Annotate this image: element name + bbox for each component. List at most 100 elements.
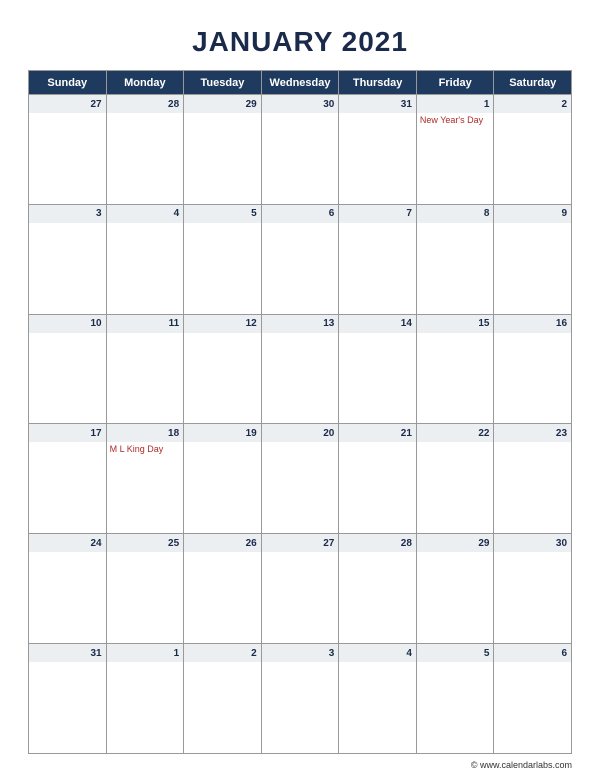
day-number: 15	[417, 315, 494, 333]
day-number: 19	[184, 424, 261, 442]
day-cell: 19	[183, 423, 261, 533]
day-number: 11	[107, 315, 184, 333]
day-event	[339, 552, 416, 556]
day-event	[184, 333, 261, 337]
day-event	[262, 333, 339, 337]
day-number: 28	[107, 95, 184, 113]
week-row: 24 25 26 27 28 29 30	[28, 533, 571, 643]
day-event	[184, 442, 261, 446]
day-cell: 12	[183, 314, 261, 424]
day-number: 13	[262, 315, 339, 333]
day-cell: 3	[261, 643, 339, 753]
day-cell: 28	[106, 94, 184, 204]
day-number: 27	[262, 534, 339, 552]
day-event	[339, 223, 416, 227]
day-cell: 30	[493, 533, 571, 643]
day-number: 18	[107, 424, 184, 442]
day-number: 9	[494, 205, 571, 223]
day-cell: 29	[416, 533, 494, 643]
day-event	[339, 662, 416, 666]
calendar-title: JANUARY 2021	[28, 20, 572, 70]
day-event	[184, 113, 261, 117]
day-cell: 22	[416, 423, 494, 533]
day-event	[184, 552, 261, 556]
day-header: Monday	[106, 70, 184, 94]
day-number: 7	[339, 205, 416, 223]
day-event	[29, 442, 106, 446]
day-event	[417, 223, 494, 227]
day-cell: 14	[338, 314, 416, 424]
day-cell: 8	[416, 204, 494, 314]
day-number: 2	[494, 95, 571, 113]
footer-credit: © www.calendarlabs.com	[28, 754, 572, 770]
day-event	[184, 662, 261, 666]
day-number: 5	[184, 205, 261, 223]
day-number: 30	[494, 534, 571, 552]
day-number: 29	[184, 95, 261, 113]
day-event	[417, 662, 494, 666]
day-event: M L King Day	[107, 442, 184, 457]
day-event	[339, 333, 416, 337]
day-cell: 16	[493, 314, 571, 424]
day-cell: 10	[28, 314, 106, 424]
day-event	[107, 662, 184, 666]
day-number: 23	[494, 424, 571, 442]
day-number: 4	[107, 205, 184, 223]
day-event	[184, 223, 261, 227]
day-number: 25	[107, 534, 184, 552]
day-number: 31	[339, 95, 416, 113]
day-event	[494, 223, 571, 227]
week-row: 31 1 2 3 4 5 6	[28, 643, 571, 753]
day-number: 8	[417, 205, 494, 223]
day-number: 24	[29, 534, 106, 552]
day-cell: 2	[493, 94, 571, 204]
day-event	[262, 442, 339, 446]
day-cell: 13	[261, 314, 339, 424]
day-number: 17	[29, 424, 106, 442]
day-number: 2	[184, 644, 261, 662]
day-cell: 31	[338, 94, 416, 204]
day-cell: 5	[183, 204, 261, 314]
day-event	[417, 333, 494, 337]
day-number: 5	[417, 644, 494, 662]
day-event	[262, 113, 339, 117]
day-cell: 3	[28, 204, 106, 314]
day-event	[29, 552, 106, 556]
day-event	[262, 662, 339, 666]
day-header: Wednesday	[261, 70, 339, 94]
day-header: Sunday	[28, 70, 106, 94]
day-event: New Year's Day	[417, 113, 494, 128]
day-header: Friday	[416, 70, 494, 94]
day-event	[29, 662, 106, 666]
day-cell: 27	[261, 533, 339, 643]
day-number: 14	[339, 315, 416, 333]
day-number: 4	[339, 644, 416, 662]
day-header: Saturday	[493, 70, 571, 94]
day-cell: 1	[106, 643, 184, 753]
day-cell: 24	[28, 533, 106, 643]
day-event	[339, 442, 416, 446]
day-cell: 18M L King Day	[106, 423, 184, 533]
day-cell: 26	[183, 533, 261, 643]
day-cell: 15	[416, 314, 494, 424]
day-event	[107, 552, 184, 556]
day-event	[107, 113, 184, 117]
week-row: 27 28 29 30 31 1New Year's Day 2	[28, 94, 571, 204]
day-cell: 25	[106, 533, 184, 643]
day-number: 12	[184, 315, 261, 333]
day-number: 27	[29, 95, 106, 113]
day-number: 31	[29, 644, 106, 662]
day-number: 6	[262, 205, 339, 223]
day-cell: 7	[338, 204, 416, 314]
day-number: 29	[417, 534, 494, 552]
day-number: 21	[339, 424, 416, 442]
day-cell: 28	[338, 533, 416, 643]
day-number: 3	[29, 205, 106, 223]
day-cell: 30	[261, 94, 339, 204]
day-cell: 21	[338, 423, 416, 533]
day-cell: 23	[493, 423, 571, 533]
day-cell: 4	[338, 643, 416, 753]
day-event	[494, 442, 571, 446]
day-header-row: Sunday Monday Tuesday Wednesday Thursday…	[28, 70, 571, 94]
day-cell: 1New Year's Day	[416, 94, 494, 204]
